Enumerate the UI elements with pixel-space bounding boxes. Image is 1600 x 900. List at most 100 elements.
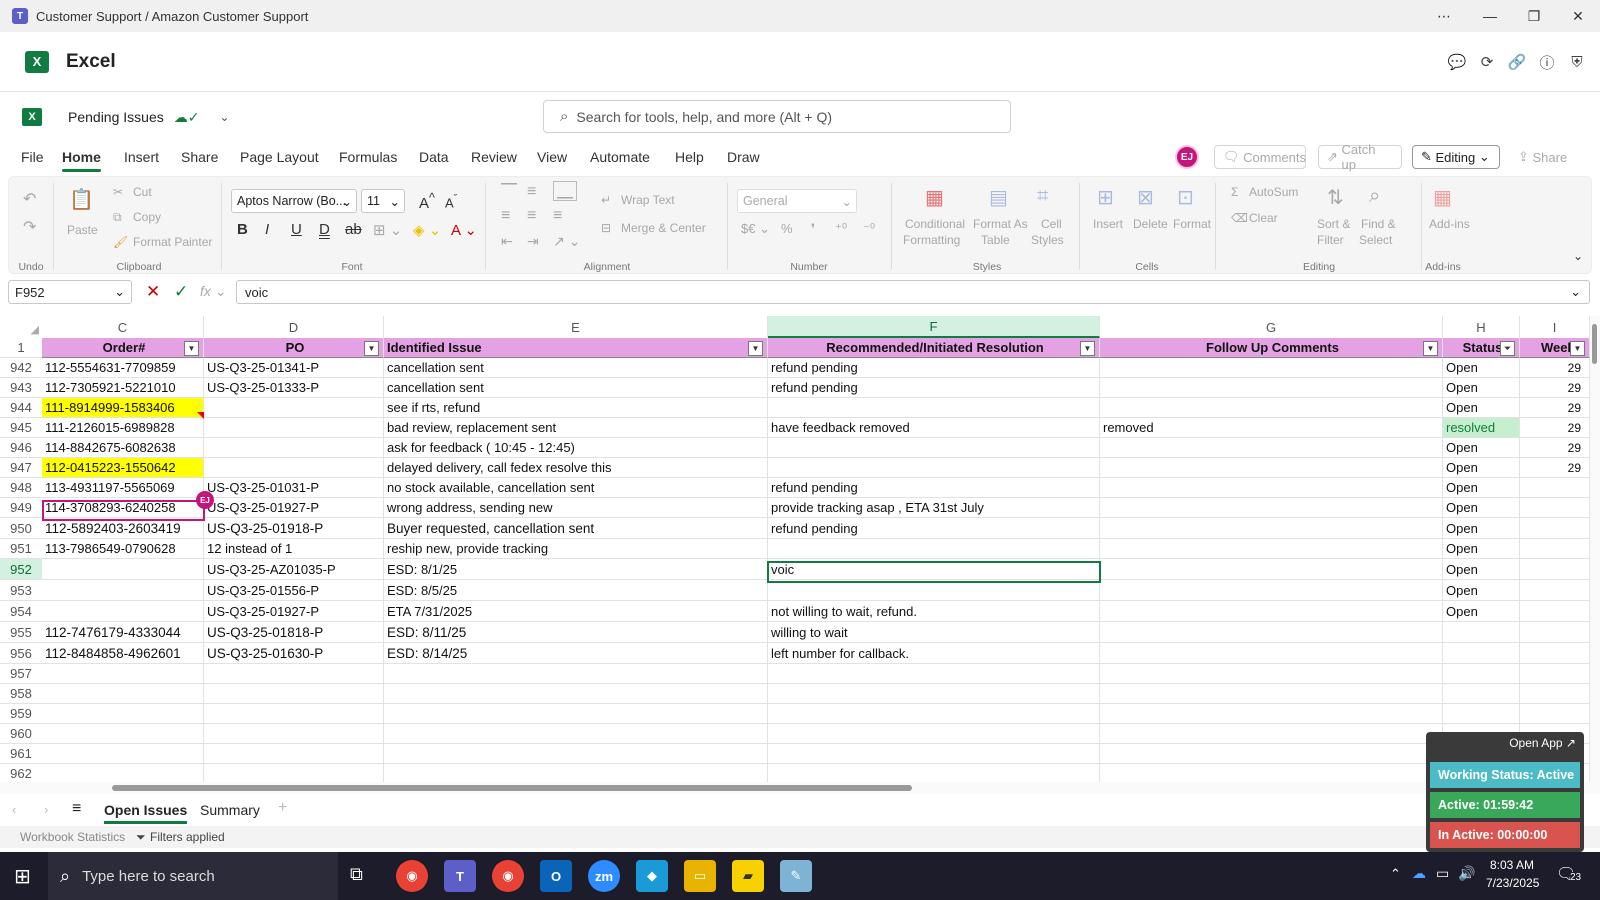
sort-filter-label2[interactable]: Filter xyxy=(1317,233,1344,247)
cell-po[interactable] xyxy=(204,764,384,784)
sheet-tab-summary[interactable]: Summary xyxy=(200,802,260,818)
currency-icon[interactable]: $€ ⌄ xyxy=(741,221,770,237)
fill-color-icon[interactable]: ◈ ⌄ xyxy=(413,221,441,239)
cell-res[interactable] xyxy=(768,724,1100,744)
cell-week[interactable] xyxy=(1520,518,1590,539)
tab-share[interactable]: Share xyxy=(181,149,218,165)
chevron-down-icon[interactable]: ⌄ xyxy=(219,110,229,124)
cell-res[interactable] xyxy=(768,764,1100,784)
cell-issue[interactable] xyxy=(384,724,768,744)
cell-status[interactable]: Open xyxy=(1443,559,1520,580)
collapse-ribbon-icon[interactable]: ⌄ xyxy=(1573,249,1583,263)
row-number[interactable]: 958 xyxy=(0,684,42,704)
chrome-profile-icon[interactable]: ◉ xyxy=(492,860,524,892)
filter-dropdown-icon[interactable]: ▼ xyxy=(364,341,379,356)
cell-follow[interactable] xyxy=(1100,664,1443,684)
task-view-icon[interactable]: ⧉ xyxy=(350,864,363,885)
orientation-icon[interactable]: ↗ ⌄ xyxy=(553,233,580,250)
cell-order[interactable] xyxy=(42,764,204,784)
cell-res[interactable]: refund pending xyxy=(768,378,1100,398)
document-name[interactable]: Pending Issues xyxy=(68,109,164,125)
cell-issue[interactable]: ESD: 8/14/25 xyxy=(384,643,768,664)
cell-order[interactable]: 111-2126015-6989828 xyxy=(42,418,204,438)
cell-follow[interactable] xyxy=(1100,358,1443,378)
cell-order[interactable]: 112-5892403-2603419 xyxy=(42,518,204,539)
chrome-icon[interactable]: ◉ xyxy=(396,860,428,892)
cell-follow[interactable] xyxy=(1100,684,1443,704)
cell-follow[interactable] xyxy=(1100,498,1443,518)
clock-date[interactable]: 7/23/2025 xyxy=(1486,876,1539,890)
autosum-button[interactable]: AutoSum xyxy=(1249,185,1298,199)
cell-order[interactable]: 113-7986549-0790628 xyxy=(42,539,204,559)
row-number[interactable]: 960 xyxy=(0,724,42,744)
cell-week[interactable] xyxy=(1520,643,1590,664)
cell-follow[interactable] xyxy=(1100,438,1443,458)
tab-help[interactable]: Help xyxy=(675,149,704,165)
cell-styles-label2[interactable]: Styles xyxy=(1031,233,1064,247)
sheet-tab-open-issues[interactable]: Open Issues xyxy=(104,802,188,824)
filter-dropdown-icon[interactable]: ▼ xyxy=(1423,341,1438,356)
cell-po[interactable] xyxy=(204,398,384,418)
row-number[interactable]: 946 xyxy=(0,438,42,458)
comments-button[interactable]: 🗨 Comments xyxy=(1214,145,1306,169)
cell-issue[interactable] xyxy=(384,744,768,764)
link-icon[interactable]: 🔗 xyxy=(1507,52,1527,72)
cell-res[interactable]: willing to wait xyxy=(768,622,1100,643)
cell-issue[interactable] xyxy=(384,664,768,684)
cell-po[interactable]: US-Q3-25-01918-P xyxy=(204,518,384,539)
cell-res[interactable] xyxy=(768,704,1100,724)
format-cells-button[interactable]: Format xyxy=(1173,217,1211,231)
cell-res[interactable]: refund pending xyxy=(768,518,1100,539)
cell-po[interactable]: US-Q3-25-01333-P xyxy=(204,378,384,398)
redo-icon[interactable]: ↷ xyxy=(23,217,36,237)
row-number[interactable]: 951 xyxy=(0,539,42,559)
cell-res[interactable]: have feedback removed xyxy=(768,418,1100,438)
row-number[interactable]: 943 xyxy=(0,378,42,398)
cell-follow[interactable] xyxy=(1100,580,1443,601)
sort-filter-label[interactable]: Sort & xyxy=(1317,217,1350,231)
teams-taskbar-icon[interactable]: T xyxy=(444,860,476,892)
format-as-table-label[interactable]: Format As xyxy=(973,217,1028,231)
find-select-label[interactable]: Find & xyxy=(1361,217,1396,231)
cell-res[interactable]: refund pending xyxy=(768,478,1100,498)
cell-week[interactable] xyxy=(1520,601,1590,622)
row-number[interactable]: 942 xyxy=(0,358,42,378)
cell-week[interactable]: 29 xyxy=(1520,418,1590,438)
workbook-stats[interactable]: Workbook Statistics xyxy=(20,830,125,844)
cell-status[interactable] xyxy=(1443,622,1520,643)
row-number[interactable]: 959 xyxy=(0,704,42,724)
column-header-g[interactable]: G xyxy=(1100,316,1443,338)
cell-po[interactable] xyxy=(204,704,384,724)
column-header-f[interactable]: F xyxy=(768,316,1100,338)
outlook-icon[interactable]: O xyxy=(540,860,572,892)
tray-chevron-icon[interactable]: ⌃ xyxy=(1390,866,1401,882)
cell-follow[interactable] xyxy=(1100,478,1443,498)
increase-indent-icon[interactable]: ⇥ xyxy=(527,233,539,250)
filter-dropdown-icon[interactable]: ▼ xyxy=(184,341,199,356)
cell-follow[interactable] xyxy=(1100,764,1443,784)
cell-issue[interactable] xyxy=(384,684,768,704)
tab-file[interactable]: File xyxy=(21,149,44,165)
cell-status[interactable]: Open xyxy=(1443,358,1520,378)
cell-follow[interactable] xyxy=(1100,398,1443,418)
number-format-select[interactable]: General ⌄ xyxy=(737,189,857,213)
network-icon[interactable]: ▭ xyxy=(1436,865,1449,882)
cell-status[interactable]: Open xyxy=(1443,458,1520,478)
app-diamond-icon[interactable]: ◆ xyxy=(636,860,668,892)
row-number[interactable]: 945 xyxy=(0,418,42,438)
clear-button[interactable]: Clear xyxy=(1249,211,1278,225)
tab-automate[interactable]: Automate xyxy=(590,149,650,165)
cell-issue[interactable]: reship new, provide tracking xyxy=(384,539,768,559)
tab-draw[interactable]: Draw xyxy=(727,149,760,165)
more-options-icon[interactable]: ⋯ xyxy=(1422,0,1466,32)
font-color-icon[interactable]: A ⌄ xyxy=(451,221,477,239)
format-as-table-label2[interactable]: Table xyxy=(981,233,1010,247)
cell-order[interactable] xyxy=(42,684,204,704)
cell-order[interactable]: 114-8842675-6082638 xyxy=(42,438,204,458)
cell-week[interactable] xyxy=(1520,539,1590,559)
wrap-text-button[interactable]: Wrap Text xyxy=(621,193,675,207)
column-header-i[interactable]: I xyxy=(1520,316,1590,338)
cell-po[interactable] xyxy=(204,438,384,458)
file-explorer-icon[interactable]: ▭ xyxy=(684,860,716,892)
volume-icon[interactable]: 🔊 xyxy=(1458,865,1475,882)
